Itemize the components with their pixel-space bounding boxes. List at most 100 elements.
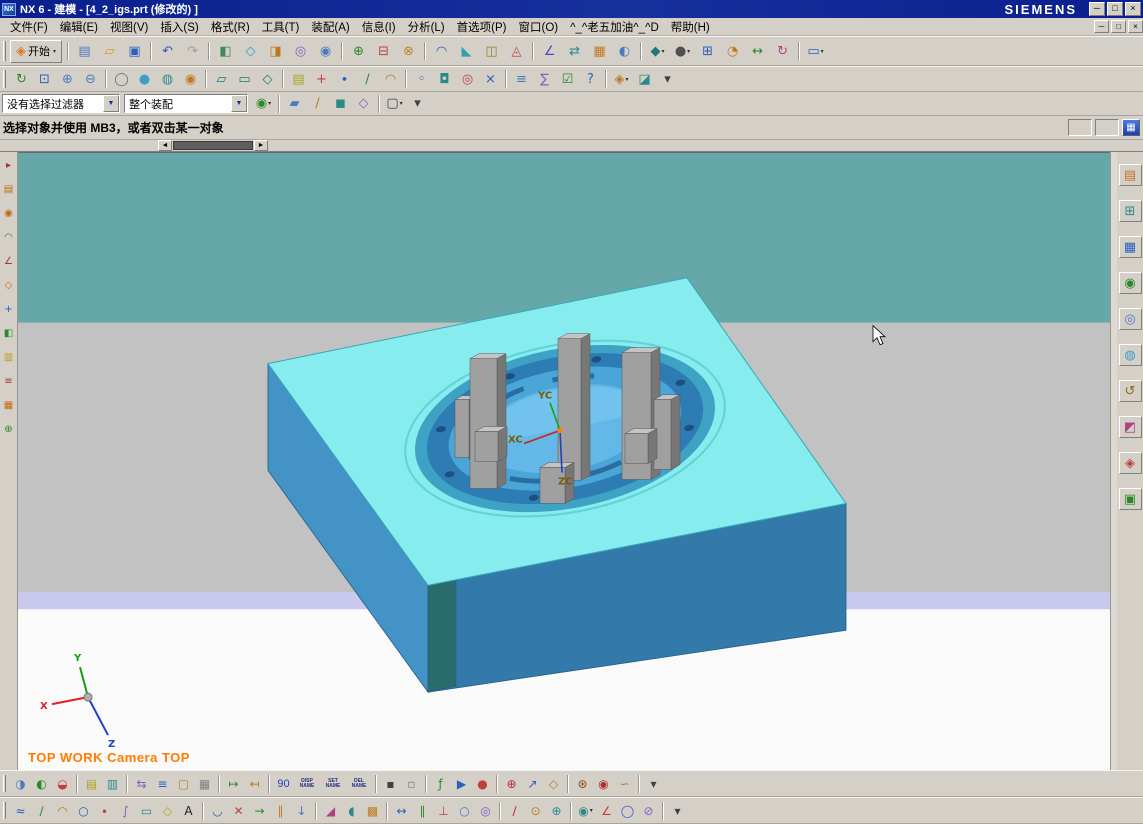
part-navigator-icon[interactable]: ▦ <box>1118 236 1142 258</box>
minimize-button[interactable]: ─ <box>1089 2 1105 16</box>
wcs-origin[interactable] <box>557 427 563 434</box>
rectangle-curve-icon[interactable]: ▭ <box>137 801 156 820</box>
select-tool-icon[interactable]: ▸ <box>1 158 16 173</box>
point-icon[interactable]: ∙ <box>334 69 355 90</box>
reuse-library-icon[interactable]: ◉ <box>1118 272 1142 294</box>
menu-assemblies[interactable]: 装配(A) <box>305 18 355 35</box>
window-layout-icon[interactable]: ▦ <box>1122 119 1140 136</box>
lock-icon[interactable]: ▪ <box>381 774 400 793</box>
gear-icon[interactable]: ⊛ <box>573 774 592 793</box>
toolbar-overflow2-icon[interactable]: ▾ <box>668 801 687 820</box>
select-component-icon[interactable]: ◇ <box>353 93 374 114</box>
menu-insert[interactable]: 插入(S) <box>154 18 204 35</box>
transform-icon[interactable]: ⇆ <box>132 774 151 793</box>
pan-icon[interactable]: ↔ <box>746 40 769 63</box>
expression-icon[interactable]: ƒ <box>431 774 450 793</box>
sketch-mini-icon[interactable]: ◧ <box>1 326 16 341</box>
edit-object-display-icon[interactable]: ◑ <box>11 774 30 793</box>
history-icon[interactable]: ↺ <box>1118 380 1142 402</box>
tangent-constraint-icon[interactable]: ○ <box>455 801 474 820</box>
zoom-icon[interactable]: ◔ <box>721 40 744 63</box>
toolbar-grip[interactable] <box>3 774 6 793</box>
unlock-icon[interactable]: ▫ <box>402 774 421 793</box>
grid-mini-icon[interactable]: ▦ <box>1 398 16 413</box>
start-menu-button[interactable]: ◈ 开始 ▾ <box>10 39 63 63</box>
offset-curve-icon[interactable]: ∥ <box>271 801 290 820</box>
intersect-icon[interactable]: ⊗ <box>397 40 420 63</box>
layer-in-view-icon[interactable]: ▥ <box>103 774 122 793</box>
extend-icon[interactable]: → <box>250 801 269 820</box>
close-button[interactable]: × <box>1125 2 1141 16</box>
top-view-icon[interactable]: ▭ <box>234 69 255 90</box>
selection-scope-combo[interactable]: 整个装配 ▼ <box>124 94 248 113</box>
dimension-mini-icon[interactable]: ∠ <box>1 254 16 269</box>
profile-icon[interactable]: ≈ <box>11 801 30 820</box>
clip-section-icon[interactable]: ◪ <box>634 69 655 90</box>
pattern-icon[interactable]: ▦ <box>588 40 611 63</box>
filter-more-icon[interactable]: ▾ <box>407 93 428 114</box>
plane-icon[interactable]: ◇ <box>544 774 563 793</box>
post-front[interactable] <box>624 433 649 464</box>
snap-settings-icon[interactable]: ◉ ▾ <box>576 801 595 820</box>
vertical-scrollbar[interactable] <box>1110 152 1117 770</box>
combo-arrow-icon[interactable]: ▼ <box>103 95 119 112</box>
studio-render-icon[interactable]: ◉ <box>180 69 201 90</box>
save-icon[interactable]: ▣ <box>123 40 146 63</box>
macro-record-icon[interactable]: ● <box>473 774 492 793</box>
assembly-navigator-icon[interactable]: ▤ <box>1118 164 1142 186</box>
scroll-right-icon[interactable]: ► <box>254 140 268 151</box>
system-scenes-icon[interactable]: ▣ <box>1118 488 1142 510</box>
display-name-icon[interactable]: DISP NAME <box>295 774 319 793</box>
materials-icon[interactable]: ◩ <box>1118 416 1142 438</box>
layer-settings-icon[interactable]: ▤ <box>82 774 101 793</box>
window-menu-icon[interactable]: ▭ ▾ <box>804 40 827 63</box>
datum-axis-icon[interactable]: ∕ <box>505 801 524 820</box>
block-corner-face[interactable] <box>427 579 457 693</box>
project-curve-icon[interactable]: ↓ <box>292 801 311 820</box>
combo-arrow-icon[interactable]: ▼ <box>231 95 247 112</box>
immediate-hide-icon[interactable]: ◒ <box>53 774 72 793</box>
class-selection-icon[interactable]: ▢ <box>174 774 193 793</box>
import-icon[interactable]: ↤ <box>245 774 264 793</box>
coincident-constraint-icon[interactable]: ◎ <box>476 801 495 820</box>
child-restore-button[interactable]: □ <box>1111 20 1126 33</box>
menu-window[interactable]: 窗口(O) <box>512 18 564 35</box>
snap-intersection-icon[interactable]: × <box>480 69 501 90</box>
post-front[interactable] <box>474 431 499 462</box>
menu-edit[interactable]: 编辑(E) <box>54 18 104 35</box>
open-icon[interactable]: ▱ <box>98 40 121 63</box>
circle-curve-icon[interactable]: ○ <box>74 801 93 820</box>
arc-curve-icon[interactable]: ◠ <box>53 801 72 820</box>
child-minimize-button[interactable]: ─ <box>1094 20 1109 33</box>
menu-view[interactable]: 视图(V) <box>104 18 154 35</box>
isometric-view-icon[interactable]: ◇ <box>257 69 278 90</box>
note-mini-icon[interactable]: ≡ <box>1 374 16 389</box>
fit-view-icon[interactable]: ⊞ <box>696 40 719 63</box>
edge-blend-icon[interactable]: ◠ <box>430 40 453 63</box>
graphics-canvas[interactable]: XC YC ZC X Y Z <box>18 153 1110 770</box>
menu-information[interactable]: 信息(I) <box>356 18 402 35</box>
selection-filter-combo[interactable]: 没有选择过滤器 ▼ <box>2 94 120 113</box>
bolt-icon[interactable]: ◉ <box>594 774 613 793</box>
wcs-mini-icon[interactable]: ⊕ <box>1 422 16 437</box>
text-icon[interactable]: A <box>179 801 198 820</box>
more-tools-icon[interactable]: ▾ <box>657 69 678 90</box>
rectangle-select-icon[interactable]: ▢ ▾ <box>384 93 405 114</box>
layer-icon[interactable]: ▤ <box>288 69 309 90</box>
work-grid-icon[interactable]: ▦ <box>195 774 214 793</box>
rotate-90-icon[interactable]: 90 <box>274 774 293 793</box>
datum-point-icon[interactable]: ⊙ <box>526 801 545 820</box>
perpendicular-constraint-icon[interactable]: ⊥ <box>434 801 453 820</box>
polygon-icon[interactable]: ◇ <box>158 801 177 820</box>
spline-icon[interactable]: ∫ <box>116 801 135 820</box>
snap-point-toggle-icon[interactable]: ◉ ▾ <box>253 93 274 114</box>
trim-curve-icon[interactable]: ✕ <box>229 801 248 820</box>
graphics-window[interactable]: XC YC ZC X Y Z TOP WORK Camera TOP <box>18 152 1110 770</box>
restore-button[interactable]: □ <box>1107 2 1123 16</box>
circle-snap-icon[interactable]: ◯ <box>618 801 637 820</box>
delete-name-icon[interactable]: DEL NAME <box>347 774 371 793</box>
subtract-icon[interactable]: ⊟ <box>372 40 395 63</box>
menu-tools[interactable]: 工具(T) <box>256 18 306 35</box>
vector-icon[interactable]: ↗ <box>523 774 542 793</box>
line-icon[interactable]: ∕ <box>357 69 378 90</box>
